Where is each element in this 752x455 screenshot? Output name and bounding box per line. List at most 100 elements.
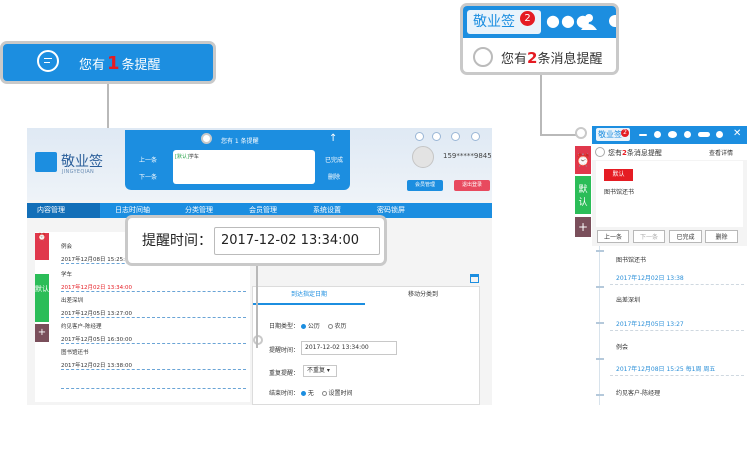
radio-end-none[interactable] bbox=[300, 391, 306, 396]
date-type-row: 日期类型： 公历 农历 bbox=[269, 321, 346, 330]
tab-date[interactable]: 到达指定日期 bbox=[253, 287, 365, 305]
divider bbox=[610, 330, 744, 331]
ie-icon[interactable] bbox=[432, 132, 441, 141]
timeline-rail bbox=[599, 246, 600, 405]
user-icon[interactable] bbox=[580, 12, 598, 30]
end-set-label: 设置时间 bbox=[328, 390, 353, 397]
delete-button[interactable]: 删除 bbox=[328, 172, 340, 181]
connector-dot bbox=[201, 133, 212, 144]
radio-end-set[interactable] bbox=[321, 391, 327, 396]
done-button[interactable]: 已完成 bbox=[325, 155, 343, 164]
memo-title[interactable]: 图书馆还书 bbox=[61, 348, 89, 356]
memo-title[interactable]: 例会 bbox=[616, 342, 628, 351]
widget-memo-list: 图书馆还书 2017年12月02日 13:38 出差深圳 2017年12月05日… bbox=[592, 246, 747, 405]
next-button[interactable]: 下一条 bbox=[139, 172, 157, 181]
connector-dot bbox=[253, 335, 263, 345]
divider bbox=[61, 317, 246, 318]
reminder-panel: 您有 1 条提醒 ↑ 上一条 下一条 [默认]学车 已完成 删除 bbox=[125, 130, 350, 190]
divider bbox=[61, 291, 246, 292]
memo-title[interactable]: 约见客户-陈经理 bbox=[616, 388, 660, 397]
reminder-callout-right: 敬业签 2 ●●● 您有2条消息提醒 bbox=[460, 3, 619, 75]
delete-button[interactable]: 删除 bbox=[705, 230, 738, 243]
divider bbox=[61, 369, 246, 370]
callout-left-text: 您有 1 条提醒 bbox=[79, 53, 161, 74]
tab-move[interactable]: 移动分类到 bbox=[367, 287, 479, 303]
connector-line bbox=[540, 75, 542, 135]
memo-title[interactable]: 学车 bbox=[61, 270, 72, 278]
prev-button[interactable]: 上一条 bbox=[139, 155, 157, 164]
done-button[interactable]: 已完成 bbox=[669, 230, 702, 243]
qq-icon[interactable] bbox=[415, 132, 424, 141]
timeline-tick bbox=[596, 322, 604, 324]
info-icon[interactable] bbox=[684, 131, 691, 138]
widget-notice-text: 您有2条消息提醒 bbox=[608, 149, 662, 157]
widget-memo-box: 默认 图书馆还书 bbox=[596, 161, 743, 227]
avatar[interactable] bbox=[412, 146, 434, 168]
callout-right-text: 您有2条消息提醒 bbox=[501, 49, 603, 67]
lock-icon[interactable] bbox=[716, 131, 723, 138]
cloud-icon[interactable] bbox=[609, 15, 616, 27]
chat-bubble-icon bbox=[473, 47, 493, 67]
memo-title[interactable]: 约见客户-陈经理 bbox=[61, 322, 102, 330]
reminder-callout-left: 您有 1 条提醒 bbox=[0, 41, 216, 84]
repeat-select[interactable]: 不重复 ▾ bbox=[303, 365, 337, 377]
zoom-time-input[interactable]: 2017-12-02 13:34:00 bbox=[214, 227, 380, 255]
solar-label: 公历 bbox=[307, 323, 320, 330]
alarm-tab[interactable]: ⏰ bbox=[575, 146, 591, 174]
timeline-tick bbox=[596, 250, 604, 252]
logout-button[interactable]: 退出登录 bbox=[454, 180, 490, 191]
timeline-tick bbox=[596, 286, 604, 288]
memo-date: 2017年12月02日 13:38:00 bbox=[61, 363, 132, 369]
remind-time-input[interactable]: 2017-12-02 13:34:00 bbox=[301, 341, 397, 355]
nav-content[interactable]: 内容管理 bbox=[37, 203, 65, 218]
reminder-memo: [默认]学车 bbox=[173, 150, 315, 184]
arrow-up-icon[interactable]: ↑ bbox=[329, 133, 337, 144]
user-icon[interactable] bbox=[654, 131, 661, 138]
radio-solar[interactable] bbox=[300, 324, 306, 329]
memo-title[interactable]: 例会 bbox=[61, 242, 72, 250]
memo-date: 2017年12月08日 15:25 每1周 周五 bbox=[616, 366, 716, 373]
view-detail-button[interactable]: 查看详情 bbox=[709, 148, 733, 157]
prev-button[interactable]: 上一条 bbox=[597, 230, 629, 243]
alarm-tab[interactable]: ⏰ bbox=[35, 233, 49, 260]
reminder-settings-form: 到达指定日期 移动分类到 日期类型： 公历 农历 提醒时间： 2017-12-0… bbox=[252, 286, 480, 405]
radio-lunar[interactable] bbox=[327, 324, 333, 329]
default-category-tab[interactable]: 默认 bbox=[35, 274, 49, 322]
apple-icon[interactable] bbox=[451, 132, 460, 141]
add-category-button[interactable]: + bbox=[575, 217, 591, 237]
repeat-label: 重复提醒： bbox=[269, 370, 300, 377]
add-category-button[interactable]: + bbox=[35, 324, 49, 342]
memo-date: 2017年12月02日 13:38 bbox=[616, 275, 684, 282]
desktop-widget-screenshot: 敬业签 2 ✕ 您有2条消息提醒 查看详情 默认 图书馆还书 上一条 下一条 已… bbox=[592, 126, 747, 405]
more-icon[interactable] bbox=[639, 134, 647, 136]
repeat-value: 不重复 bbox=[307, 367, 326, 374]
chat-bubble-icon bbox=[595, 147, 605, 157]
calendar-icon[interactable] bbox=[470, 274, 479, 283]
memo-title[interactable]: 出差深圳 bbox=[61, 296, 83, 304]
timeline-tick bbox=[596, 358, 604, 360]
logo-icon bbox=[35, 152, 57, 172]
user-phone: 159*****9845 bbox=[443, 152, 492, 160]
connector-line bbox=[256, 266, 258, 348]
divider bbox=[610, 284, 744, 285]
connector-dot bbox=[575, 127, 587, 139]
divider bbox=[610, 375, 744, 376]
remind-time-zoom: 提醒时间： 2017-12-02 13:34:00 bbox=[125, 215, 387, 266]
cloud-icon[interactable] bbox=[668, 131, 677, 138]
widget-memo-text: 图书馆还书 bbox=[604, 189, 635, 196]
default-category-tab[interactable]: 默认 bbox=[575, 176, 591, 214]
panel-title: 您有 1 条提醒 bbox=[221, 138, 259, 145]
member-manage-button[interactable]: 会员管理 bbox=[407, 180, 443, 191]
toggle-icon[interactable] bbox=[698, 132, 710, 137]
close-icon[interactable]: ✕ bbox=[733, 128, 741, 139]
end-none-label: 无 bbox=[307, 390, 314, 397]
zoom-label: 提醒时间： bbox=[142, 233, 212, 249]
memo-title[interactable]: 图书馆还书 bbox=[616, 255, 646, 264]
android-icon[interactable] bbox=[471, 132, 480, 141]
chat-bubble-icon bbox=[37, 50, 59, 72]
next-button[interactable]: 下一条 bbox=[633, 230, 665, 243]
memo-title[interactable]: 出差深圳 bbox=[616, 295, 640, 304]
divider bbox=[61, 388, 246, 389]
memo-date: 2017年12月02日 13:34:00 bbox=[61, 285, 132, 291]
end-label: 结束时间： bbox=[269, 390, 300, 397]
